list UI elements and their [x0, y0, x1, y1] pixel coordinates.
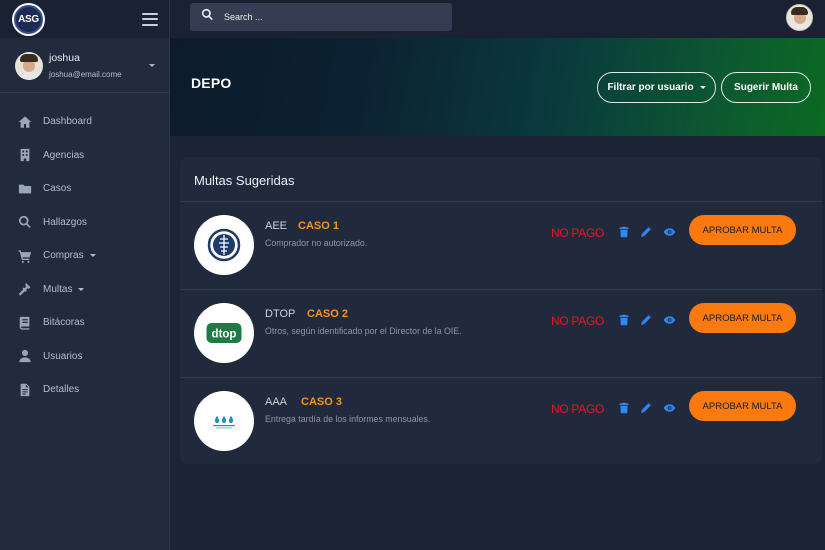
chevron-down-icon [699, 86, 706, 89]
approve-fine-button[interactable]: APROBAR MULTA [689, 215, 796, 245]
sidebar-item-label: Usuarios [43, 350, 83, 362]
topbar [170, 0, 825, 38]
asg-logo[interactable]: ASG [12, 2, 45, 36]
chevron-down-icon[interactable] [149, 64, 155, 67]
sidebar-item-label: Hallazgos [43, 216, 87, 228]
user-email: joshua@email.come [49, 70, 122, 79]
eye-icon[interactable] [663, 401, 676, 413]
sidebar-item-label: Agencias [43, 149, 85, 161]
agency-name: AEE [265, 220, 288, 232]
sidebar-item-label: Casos [43, 183, 72, 195]
building-icon [18, 148, 32, 162]
file-icon [18, 383, 32, 397]
home-icon [18, 115, 32, 129]
search-icon [201, 8, 214, 26]
dtop-logo: dtop [194, 303, 254, 363]
fine-description: Comprador no autorizado. [265, 238, 368, 248]
sidebar-item-label: Bitácoras [43, 317, 85, 329]
sidebar-item-label: Detalles [43, 384, 80, 396]
approve-label: APROBAR MULTA [702, 312, 783, 324]
pencil-icon[interactable] [640, 401, 652, 413]
user-icon [18, 349, 32, 363]
page-header: DEPO Filtrar por usuario Sugerir Multa [170, 38, 825, 136]
sidebar-item-dashboard[interactable]: Dashboard [0, 105, 169, 139]
agency-name: AAA [265, 396, 288, 408]
approve-fine-button[interactable]: APROBAR MULTA [689, 391, 796, 421]
suggest-label: Sugerir Multa [734, 82, 798, 93]
user-info: joshua joshua@email.come [49, 52, 149, 79]
trash-icon[interactable] [618, 225, 630, 238]
cart-icon [18, 249, 32, 263]
search-icon [18, 215, 32, 229]
filter-by-user-button[interactable]: Filtrar por usuario [597, 72, 716, 103]
fine-description: Otros, según identificado por el Directo… [265, 326, 462, 336]
suggested-fines-card: Multas Sugeridas AEE CASO 1 Comprador no… [180, 157, 822, 464]
approve-fine-button[interactable]: APROBAR MULTA [689, 303, 796, 333]
sidebar-item-agencias[interactable]: Agencias [0, 139, 169, 173]
suggest-fine-button[interactable]: Sugerir Multa [721, 72, 811, 103]
sidebar-item-casos[interactable]: Casos [0, 172, 169, 206]
chevron-down-icon [89, 254, 96, 258]
sidebar-nav: Dashboard Agencias Casos Hallazgos Compr… [0, 93, 169, 407]
gavel-icon [18, 282, 32, 296]
chevron-down-icon [78, 287, 85, 291]
case-label[interactable]: CASO 1 [298, 220, 339, 232]
fine-description: Entrega tardía de los informes mensuales… [265, 414, 431, 424]
case-label[interactable]: CASO 2 [307, 308, 348, 320]
sidebar-item-label: Compras [43, 250, 84, 262]
aee-logo [194, 215, 254, 275]
eye-icon[interactable] [663, 313, 676, 325]
sidebar: ASG joshua joshua@email.come Dashboard A… [0, 0, 170, 550]
book-icon [18, 316, 32, 330]
case-label[interactable]: CASO 3 [301, 396, 342, 408]
status-badge: NO PAGO [551, 314, 605, 328]
trash-icon[interactable] [618, 401, 630, 414]
avatar[interactable] [786, 4, 813, 31]
list-item: AEE CASO 1 Comprador no autorizado. NO P… [180, 201, 822, 289]
approve-label: APROBAR MULTA [702, 224, 783, 236]
sidebar-item-hallazgos[interactable]: Hallazgos [0, 206, 169, 240]
trash-icon[interactable] [618, 313, 630, 326]
eye-icon[interactable] [663, 225, 676, 237]
sidebar-item-label: Dashboard [43, 116, 92, 128]
pencil-icon[interactable] [640, 225, 652, 237]
folder-icon [18, 182, 32, 196]
user-profile[interactable]: joshua joshua@email.come [0, 39, 169, 93]
search-input[interactable] [224, 12, 424, 22]
list-item: AAA CASO 3 Entrega tardía de los informe… [180, 377, 822, 465]
list-item: dtop DTOP CASO 2 Otros, según identifica… [180, 289, 822, 377]
hamburger-menu-icon[interactable] [142, 12, 158, 26]
logo-text: ASG [14, 4, 43, 34]
sidebar-item-compras[interactable]: Compras [0, 239, 169, 273]
brand-bar: ASG [0, 0, 169, 38]
sidebar-item-label: Multas [43, 283, 73, 295]
status-badge: NO PAGO [551, 402, 605, 416]
avatar [15, 51, 43, 80]
search-bar[interactable] [190, 3, 452, 31]
sidebar-item-detalles[interactable]: Detalles [0, 373, 169, 407]
sidebar-item-bitacoras[interactable]: Bitácoras [0, 306, 169, 340]
card-title: Multas Sugeridas [194, 173, 295, 188]
pencil-icon[interactable] [640, 313, 652, 325]
sidebar-item-usuarios[interactable]: Usuarios [0, 340, 169, 374]
page-title: DEPO [191, 75, 232, 91]
sidebar-item-multas[interactable]: Multas [0, 273, 169, 307]
approve-label: APROBAR MULTA [702, 400, 783, 412]
svg-text:dtop: dtop [212, 329, 237, 341]
user-name: joshua [49, 52, 80, 64]
agency-name: DTOP [265, 308, 296, 320]
aaa-logo [194, 391, 254, 451]
filter-label: Filtrar por usuario [607, 82, 694, 93]
status-badge: NO PAGO [551, 226, 605, 240]
